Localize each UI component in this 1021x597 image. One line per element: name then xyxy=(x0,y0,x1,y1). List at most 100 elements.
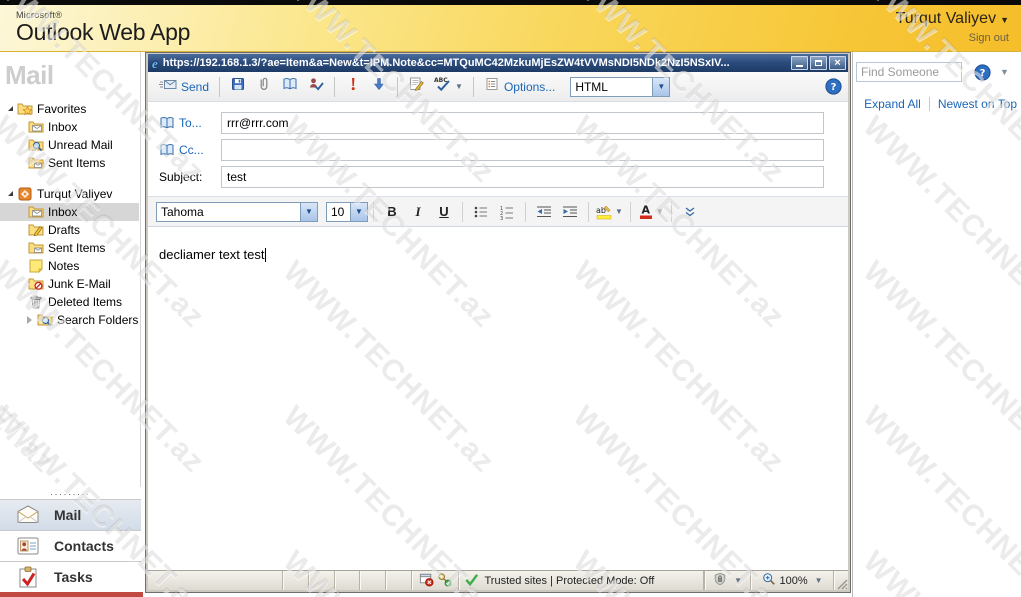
notes-icon xyxy=(28,258,44,274)
user-menu[interactable]: Turqut Valiyev▼ xyxy=(896,10,1009,28)
filter-key-icon[interactable] xyxy=(437,572,452,590)
zoom-segment[interactable]: 100% ▼ xyxy=(751,571,834,590)
statusbar-segment xyxy=(283,571,309,590)
highlight-button[interactable]: ab ▼ xyxy=(596,201,623,223)
expand-all-link[interactable]: Expand All xyxy=(864,97,921,111)
minimize-button[interactable] xyxy=(791,56,808,70)
nav-item-tasks[interactable]: Tasks xyxy=(0,561,141,592)
window-statusbar: Trusted sites | Protected Mode: Off ▼ 10… xyxy=(148,570,848,590)
tree-node-notes[interactable]: Notes xyxy=(0,257,139,275)
chevron-down-icon: ▼ xyxy=(350,203,367,221)
format-separator xyxy=(630,202,631,222)
tree-node-search-folders[interactable]: Search Folders xyxy=(0,311,139,329)
to-input[interactable] xyxy=(221,112,824,134)
cc-button[interactable]: Cc... xyxy=(148,142,221,158)
tree-node-favorites[interactable]: Favorites xyxy=(0,100,139,118)
cc-input[interactable] xyxy=(221,139,824,161)
chevron-down-icon[interactable]: ▼ xyxy=(656,207,664,216)
tree-node-drafts[interactable]: Drafts xyxy=(0,221,139,239)
compose-content: Send ABC ▼ Options... HTML ▼ xyxy=(148,72,848,590)
tree-node-label: Sent Items xyxy=(48,156,105,170)
tree-node-label: Favorites xyxy=(37,102,86,116)
resize-grip[interactable] xyxy=(834,571,848,590)
chevron-down-icon[interactable]: ▼ xyxy=(615,207,623,216)
paperclip-icon xyxy=(256,76,272,97)
nav-splitter-handle[interactable]: ......... xyxy=(0,487,141,499)
help-icon[interactable]: ? xyxy=(825,78,842,95)
more-formatting-button[interactable] xyxy=(679,201,701,223)
nav-item-contacts[interactable]: Contacts xyxy=(0,530,141,561)
user-name-label: Turqut Valiyev xyxy=(896,10,996,27)
high-importance-button[interactable] xyxy=(340,75,366,99)
tree-node-label: Drafts xyxy=(48,223,80,237)
popup-blocked-icon[interactable] xyxy=(419,572,434,590)
expander-open-icon[interactable] xyxy=(8,106,13,111)
attach-file-button[interactable] xyxy=(251,75,277,99)
tree-node-sent-items[interactable]: Sent Items xyxy=(0,239,139,257)
find-someone-input[interactable] xyxy=(856,62,962,82)
format-separator xyxy=(671,202,672,222)
nav-item-mail[interactable]: Mail xyxy=(0,499,141,530)
send-button[interactable]: Send xyxy=(154,75,214,99)
numbered-list-button[interactable]: 123 xyxy=(496,201,518,223)
tasks-icon xyxy=(16,565,40,589)
italic-button[interactable]: I xyxy=(407,201,429,223)
bullet-list-button[interactable] xyxy=(470,201,492,223)
chevron-down-icon: ▼ xyxy=(734,576,742,585)
close-button[interactable]: × xyxy=(829,56,846,70)
increase-indent-button[interactable] xyxy=(559,201,581,223)
message-body-editor[interactable]: decliamer text test xyxy=(148,227,848,570)
statusbar-segment xyxy=(309,571,335,590)
tree-node-fav-sent[interactable]: Sent Items xyxy=(0,154,139,172)
sign-out-link[interactable]: Sign out xyxy=(896,32,1009,44)
to-button[interactable]: To... xyxy=(148,115,221,131)
save-button[interactable] xyxy=(225,75,251,99)
font-size-value: 10 xyxy=(327,205,350,219)
tree-node-deleted[interactable]: Deleted Items xyxy=(0,293,139,311)
expander-closed-icon[interactable] xyxy=(27,316,32,324)
font-size-select[interactable]: 10 ▼ xyxy=(326,202,368,222)
svg-text:3: 3 xyxy=(500,216,503,220)
tree-node-unread-mail[interactable]: Unread Mail xyxy=(0,136,139,154)
security-zone-segment[interactable]: Trusted sites | Protected Mode: Off xyxy=(459,571,704,590)
font-family-select[interactable]: Tahoma ▼ xyxy=(156,202,318,222)
tree-node-account[interactable]: Turqut Valiyev xyxy=(0,185,139,203)
help-icon[interactable]: ? xyxy=(974,64,991,81)
maximize-button[interactable] xyxy=(810,56,827,70)
chevron-down-icon[interactable]: ▼ xyxy=(1000,67,1009,77)
address-book-button[interactable] xyxy=(277,75,303,99)
nav-item-label: Tasks xyxy=(54,569,93,585)
owa-logo: Microsoft® Outlook Web App xyxy=(16,11,190,44)
newest-on-top-link[interactable]: Newest on Top xyxy=(938,97,1017,111)
options-button[interactable]: Options... xyxy=(479,75,560,99)
subject-input[interactable] xyxy=(221,166,824,188)
spellcheck-button[interactable]: ABC ▼ xyxy=(429,75,468,99)
chevron-down-icon: ▼ xyxy=(300,203,317,221)
low-importance-button[interactable] xyxy=(366,75,392,99)
tree-node-junk[interactable]: Junk E-Mail xyxy=(0,275,139,293)
compose-titlebar[interactable]: e https://192.168.1.3/?ae=Item&a=New&t=I… xyxy=(148,54,848,72)
underline-button[interactable]: U xyxy=(433,201,455,223)
check-names-button[interactable] xyxy=(303,75,329,99)
toolbar-separator xyxy=(334,77,335,97)
tree-node-label: Notes xyxy=(48,259,79,273)
reading-pane: ? ▼ Expand All Newest on Top xyxy=(852,52,1021,597)
tree-node-inbox-selected[interactable]: Inbox xyxy=(0,203,139,221)
tree-node-fav-inbox[interactable]: Inbox xyxy=(0,118,139,136)
format-separator xyxy=(525,202,526,222)
expander-open-icon[interactable] xyxy=(8,191,13,196)
font-color-button[interactable]: A ▼ xyxy=(638,201,664,223)
app-title: Outlook Web App xyxy=(16,21,190,44)
bold-button[interactable]: B xyxy=(381,201,403,223)
statusbar-icons-segment xyxy=(412,571,460,590)
minimize-icon xyxy=(796,65,803,67)
signature-button[interactable] xyxy=(403,75,429,99)
tree-node-label: Inbox xyxy=(48,205,77,219)
chevron-down-icon: ▼ xyxy=(815,576,823,585)
maximize-icon xyxy=(815,60,822,66)
chevron-down-icon[interactable]: ▼ xyxy=(455,82,463,91)
cc-row: Cc... xyxy=(148,138,848,162)
protection-menu-segment[interactable]: ▼ xyxy=(705,571,751,590)
message-format-select[interactable]: HTML ▼ xyxy=(570,77,670,97)
decrease-indent-button[interactable] xyxy=(533,201,555,223)
